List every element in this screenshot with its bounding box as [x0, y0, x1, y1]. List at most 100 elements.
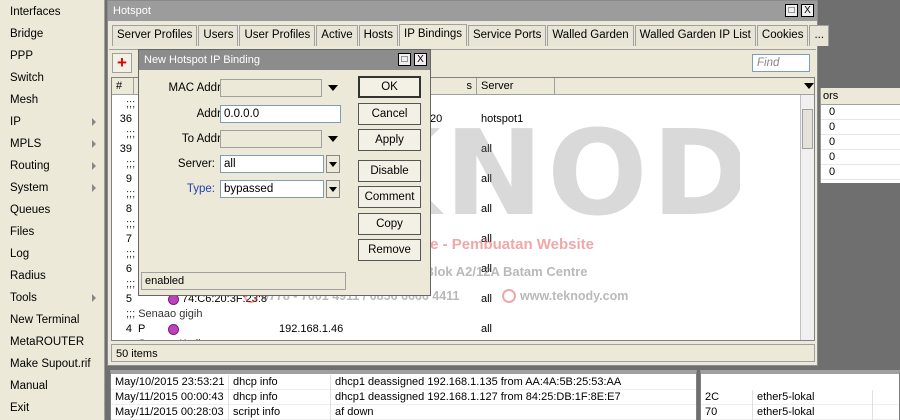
menu-item-queues[interactable]: Queues	[0, 199, 104, 221]
remove-button[interactable]: Remove	[358, 239, 421, 261]
tab-walled-garden-ip-list[interactable]: Walled Garden IP List	[634, 25, 756, 46]
tab-cookies[interactable]: Cookies	[756, 25, 809, 46]
log-row[interactable]: May/11/2015 00:28:03 script info af down	[111, 405, 696, 420]
tab-user-profiles[interactable]: User Profiles	[239, 25, 316, 46]
menu-item-interfaces[interactable]: Interfaces	[0, 1, 104, 23]
hotspot-tabs: Server Profiles Users User Profiles Active H…	[112, 24, 830, 46]
tab-server-profiles[interactable]: Server Profiles	[112, 25, 198, 46]
comment-row[interactable]: ;;; Senaao Kutilang	[112, 337, 802, 340]
menu-item-label: Switch	[10, 72, 44, 84]
interface-row[interactable]: 2C ether5-lokal	[701, 390, 899, 405]
restore-icon[interactable]: □	[398, 53, 411, 66]
menu-item-label: System	[10, 182, 49, 194]
globe-icon	[502, 289, 516, 303]
tab-service-ports[interactable]: Service Ports	[467, 25, 547, 46]
apply-button[interactable]: Apply	[358, 129, 421, 151]
chevron-down-icon[interactable]	[328, 85, 338, 91]
server-dropdown-button[interactable]	[326, 155, 340, 173]
column-chooser-button[interactable]	[802, 78, 814, 95]
main-menu: Interfaces Bridge PPP Switch Mesh IP MPLS Routi…	[0, 0, 105, 420]
menu-item-ip[interactable]: IP	[0, 111, 104, 133]
menu-item-metarouter[interactable]: MetaROUTER	[0, 331, 104, 353]
dialog-title: New Hotspot IP Binding	[144, 54, 260, 66]
chevron-right-icon	[92, 140, 96, 148]
row-comment: ;;;	[126, 128, 136, 140]
server-select[interactable]: all	[220, 155, 324, 173]
column-header-number[interactable]: #	[112, 78, 134, 95]
menu-item-manual[interactable]: Manual	[0, 375, 104, 397]
comment-button[interactable]: Comment	[358, 186, 421, 208]
menu-item-label: Mesh	[10, 94, 39, 106]
row-number: 39	[119, 143, 132, 155]
restore-icon[interactable]: □	[785, 4, 798, 17]
tab-users[interactable]: Users	[198, 25, 239, 46]
type-select[interactable]: bypassed	[220, 180, 324, 198]
close-icon[interactable]: X	[801, 4, 814, 17]
binding-icon	[168, 324, 179, 335]
table-row[interactable]: 4 P 192.168.1.46 all	[112, 322, 802, 337]
vertical-scrollbar[interactable]	[800, 95, 814, 340]
copy-button[interactable]: Copy	[358, 213, 421, 235]
column-header-comment[interactable]	[555, 78, 802, 95]
menu-item-bridge[interactable]: Bridge	[0, 23, 104, 45]
server-label: Server:	[177, 158, 215, 170]
row-number: 6	[125, 263, 132, 275]
comment-row[interactable]: ;;; Senaao gigih	[112, 307, 802, 322]
scroll-thumb[interactable]	[802, 109, 813, 149]
menu-item-ppp[interactable]: PPP	[0, 45, 104, 67]
right-list: ors 00000	[820, 88, 900, 183]
menu-item-log[interactable]: Log	[0, 243, 104, 265]
menu-item-switch[interactable]: Switch	[0, 67, 104, 89]
menu-item-exit[interactable]: Exit	[0, 397, 104, 419]
interface-mac: 2C	[701, 390, 753, 405]
tab-ip-bindings[interactable]: IP Bindings	[399, 24, 467, 46]
menu-item-mesh[interactable]: Mesh	[0, 89, 104, 111]
menu-item-routing[interactable]: Routing	[0, 155, 104, 177]
cancel-button[interactable]: Cancel	[358, 103, 421, 125]
row-number: 9	[125, 173, 132, 185]
log-row[interactable]: May/10/2015 23:53:21 dhcp info dhcp1 deass…	[111, 375, 696, 390]
log-row[interactable]: May/11/2015 00:00:43 dhcp info dhcp1 deass…	[111, 390, 696, 405]
mac-address-field[interactable]	[220, 79, 322, 97]
chevron-down-icon[interactable]	[328, 136, 338, 142]
menu-item-files[interactable]: Files	[0, 221, 104, 243]
interface-mac: 70	[701, 405, 753, 420]
menu-item-mpls[interactable]: MPLS	[0, 133, 104, 155]
row-flag: P	[138, 323, 146, 335]
tab-hosts[interactable]: Hosts	[358, 25, 399, 46]
type-dropdown-button[interactable]	[326, 180, 340, 198]
interface-name: ether5-lokal	[753, 390, 873, 405]
menu-item-radius[interactable]: Radius	[0, 265, 104, 287]
right-list-header: ors	[821, 88, 900, 105]
menu-item-label: Exit	[10, 402, 30, 414]
menu-item-system[interactable]: System	[0, 177, 104, 199]
tab-active[interactable]: Active	[316, 25, 358, 46]
dialog-status: enabled	[141, 272, 346, 290]
menu-item-new-terminal[interactable]: New Terminal	[0, 309, 104, 331]
menu-item-label: Queues	[10, 204, 51, 216]
column-header-server[interactable]: Server	[477, 78, 555, 95]
address-field[interactable]: 0.0.0.0	[220, 105, 341, 123]
row-comment: ;;;	[126, 188, 136, 200]
menu-item-label: Make Supout.rif	[10, 358, 91, 370]
add-icon[interactable]: +	[112, 53, 132, 73]
chevron-right-icon	[92, 162, 96, 170]
to-address-field[interactable]	[220, 130, 322, 148]
row-comment: ;;;	[126, 158, 136, 170]
close-icon[interactable]: X	[414, 53, 427, 66]
find-input[interactable]: Find	[752, 54, 810, 72]
menu-item-label: Bridge	[10, 28, 44, 40]
row-comment: ;;; Senaao gigih	[126, 308, 203, 320]
menu-item-label: Routing	[10, 160, 50, 172]
menu-item-label: IP	[10, 116, 21, 128]
disable-button[interactable]: Disable	[358, 160, 421, 182]
log-topic: dhcp info	[229, 375, 331, 390]
log-time: May/11/2015 00:28:03	[111, 405, 229, 420]
menu-item-make-supout-rif[interactable]: Make Supout.rif	[0, 353, 104, 375]
interface-row[interactable]: 70 ether5-lokal	[701, 405, 899, 420]
tab-more[interactable]: ...	[809, 25, 830, 46]
right-list-value: 0	[821, 120, 900, 135]
menu-item-tools[interactable]: Tools	[0, 287, 104, 309]
tab-walled-garden[interactable]: Walled Garden	[547, 25, 634, 46]
ok-button[interactable]: OK	[358, 76, 421, 98]
